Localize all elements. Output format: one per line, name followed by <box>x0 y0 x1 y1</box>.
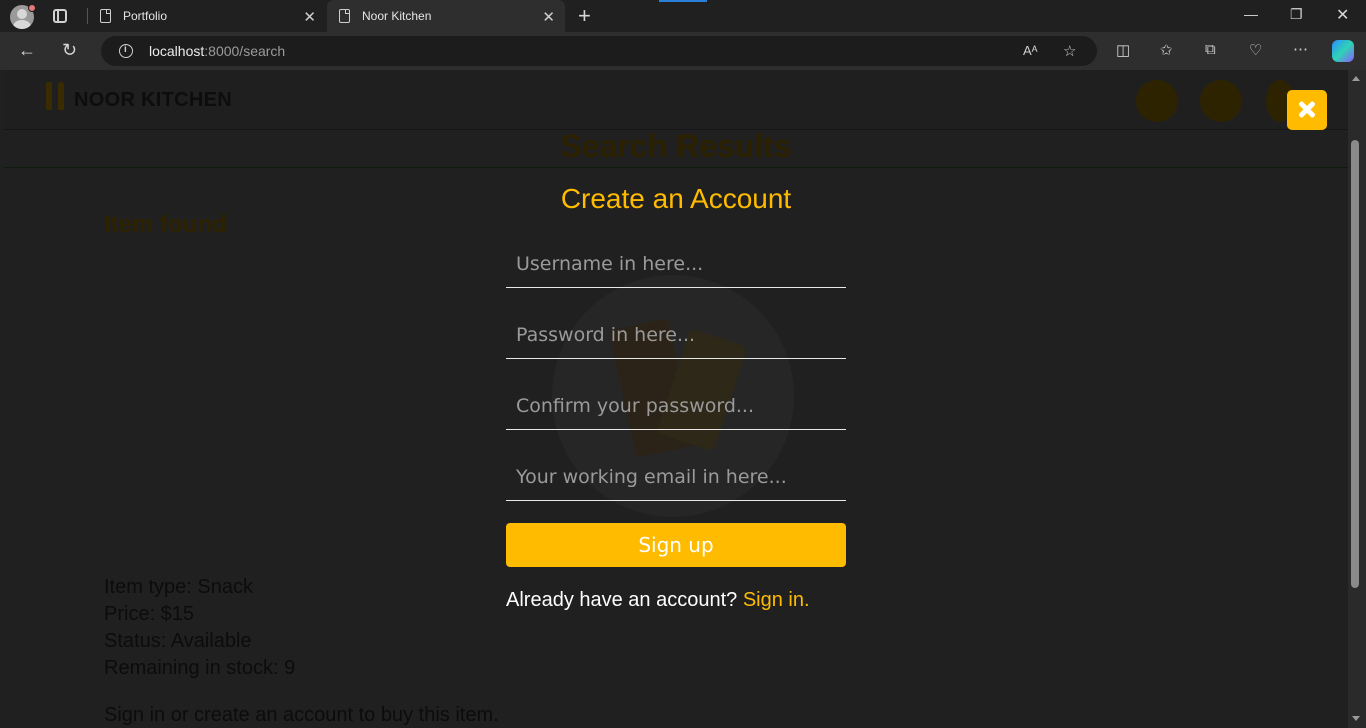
active-indicator <box>659 0 707 2</box>
browser-tab-strip: Portfolio ✕ Noor Kitchen ✕ + — ❐ ✕ <box>0 0 1366 32</box>
item-price: Price: $15 <box>104 603 195 625</box>
tab-portfolio[interactable]: Portfolio ✕ <box>88 0 326 32</box>
confirm-password-input[interactable] <box>506 382 846 430</box>
page-scrollbar[interactable] <box>1348 70 1366 728</box>
page-icon <box>339 9 350 23</box>
url-text[interactable]: localhost:8000/search <box>149 43 285 59</box>
more-options-icon[interactable]: ⋯ <box>1293 40 1308 58</box>
collections-icon[interactable]: ⧉ <box>1205 41 1216 58</box>
browser-essentials-icon[interactable]: ♡ <box>1249 41 1262 59</box>
copilot-icon[interactable] <box>1332 40 1354 62</box>
read-aloud-icon[interactable]: Aᴬ <box>1023 43 1038 58</box>
email-input[interactable] <box>506 453 846 501</box>
address-bar[interactable]: localhost:8000/search Aᴬ ☆ <box>101 36 1097 66</box>
close-modal-button[interactable] <box>1287 90 1327 130</box>
favorites-icon[interactable]: ✩ <box>1160 41 1173 59</box>
item-status: Status: Available <box>104 630 252 652</box>
restore-icon[interactable]: ❐ <box>1290 6 1303 23</box>
back-arrow-icon[interactable]: ← <box>18 40 36 61</box>
home-icon[interactable] <box>1136 80 1178 122</box>
close-tab-icon[interactable]: ✕ <box>303 8 316 26</box>
window-close-icon[interactable]: ✕ <box>1336 5 1349 25</box>
favorite-star-icon[interactable]: ☆ <box>1063 42 1076 60</box>
item-type: Item type: Snack <box>104 576 253 598</box>
browser-toolbar: ← ↻ localhost:8000/search Aᴬ ☆ ◫ ✩ ⧉ ♡ ⋯ <box>0 32 1366 70</box>
signin-prompt-line: Already have an account? Sign in. <box>506 589 810 612</box>
reload-icon[interactable]: ↻ <box>62 40 77 61</box>
modal-title: Create an Account <box>560 183 792 214</box>
page-title: Search Results <box>560 128 792 164</box>
tab-title: Portfolio <box>123 9 168 23</box>
found-heading: Item found <box>104 211 227 238</box>
signup-button[interactable]: Sign up <box>506 523 846 567</box>
minimize-icon[interactable]: — <box>1244 6 1258 22</box>
fork-knife-icon <box>44 82 70 110</box>
site-logo[interactable]: NOOR KITCHEN <box>74 89 232 112</box>
notification-dot <box>28 4 36 12</box>
tab-title: Noor Kitchen <box>362 9 432 23</box>
scroll-up-icon[interactable] <box>1352 76 1360 81</box>
scroll-down-icon[interactable] <box>1352 716 1360 721</box>
page-icon <box>100 9 111 23</box>
search-icon[interactable] <box>1200 80 1242 122</box>
have-account-text: Already have an account? <box>506 589 738 611</box>
scroll-thumb[interactable] <box>1351 140 1359 588</box>
site-header: NOOR KITCHEN <box>4 70 1348 130</box>
signin-link[interactable]: Sign in. <box>743 589 810 611</box>
new-tab-icon[interactable]: + <box>578 3 591 29</box>
item-stock: Remaining in stock: 9 <box>104 657 296 679</box>
signin-prompt: Sign in or create an account to buy this… <box>104 704 499 726</box>
close-tab-icon[interactable]: ✕ <box>542 8 555 26</box>
split-screen-icon[interactable]: ◫ <box>1116 41 1130 59</box>
divider <box>4 167 1348 168</box>
tab-noor-kitchen[interactable]: Noor Kitchen ✕ <box>327 0 565 32</box>
site-info-icon[interactable] <box>119 44 133 58</box>
password-input[interactable] <box>506 311 846 359</box>
tab-actions-icon[interactable] <box>53 9 67 23</box>
username-input[interactable] <box>506 240 846 288</box>
page-viewport: NOOR KITCHEN Search Results Item found I… <box>4 70 1348 728</box>
